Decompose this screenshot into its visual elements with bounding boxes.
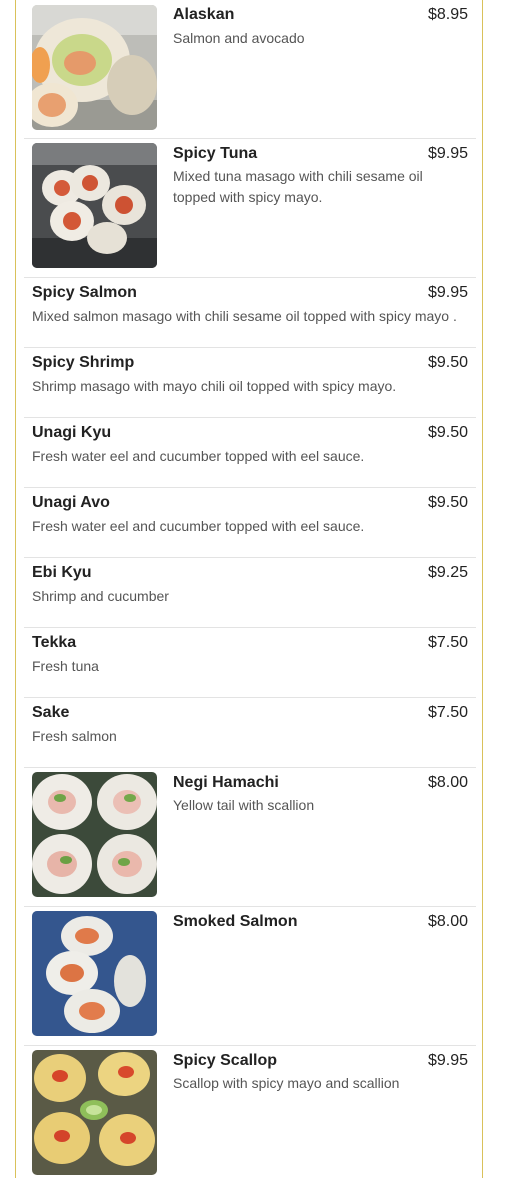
item-description: Fresh salmon <box>32 728 117 744</box>
item-name: Ebi Kyu <box>32 564 92 581</box>
menu-item-alaskan[interactable]: Alaskan $8.95 Salmon and avocado <box>24 0 476 138</box>
item-name: Spicy Scallop <box>173 1052 278 1069</box>
item-description: Yellow tail with scallion <box>173 797 315 813</box>
item-name: Alaskan <box>173 6 235 23</box>
item-description: Salmon and avocado <box>173 30 305 46</box>
item-name: Spicy Salmon <box>32 284 137 301</box>
item-description: Mixed tuna masago with chili sesame oil … <box>173 168 423 205</box>
item-price: $9.95 <box>427 1052 468 1069</box>
item-price: $7.50 <box>427 704 468 721</box>
menu-item-unagi-kyu[interactable]: Unagi Kyu $9.50 Fresh water eel and cucu… <box>24 417 476 487</box>
item-name: Spicy Shrimp <box>32 354 135 371</box>
spicy-scallop-roll-photo[interactable] <box>32 1050 157 1175</box>
item-name: Spicy Tuna <box>173 145 258 162</box>
alaskan-roll-photo[interactable] <box>32 5 157 130</box>
item-price: $8.95 <box>427 6 468 23</box>
item-description: Fresh water eel and cucumber topped with… <box>32 448 365 464</box>
menu-item-smoked-salmon[interactable]: Smoked Salmon $8.00 <box>24 906 476 1045</box>
menu-item-unagi-avo[interactable]: Unagi Avo $9.50 Fresh water eel and cucu… <box>24 487 476 557</box>
item-price: $9.25 <box>427 564 468 581</box>
menu-panel: Alaskan $8.95 Salmon and avocado Spicy T… <box>15 0 483 1178</box>
item-price: $9.50 <box>427 494 468 511</box>
smoked-salmon-roll-photo[interactable] <box>32 911 157 1036</box>
item-price: $8.00 <box>427 774 468 791</box>
menu-item-spicy-salmon[interactable]: Spicy Salmon $9.95 Mixed salmon masago w… <box>24 277 476 347</box>
item-price: $7.50 <box>427 634 468 651</box>
item-description: Shrimp and cucumber <box>32 588 169 604</box>
item-description: Mixed salmon masago with chili sesame oi… <box>32 308 457 324</box>
item-price: $9.95 <box>427 284 468 301</box>
item-description: Fresh water eel and cucumber topped with… <box>32 518 365 534</box>
item-description: Shrimp masago with mayo chili oil topped… <box>32 378 397 394</box>
negi-hamachi-roll-photo[interactable] <box>32 772 157 897</box>
item-price: $9.95 <box>427 145 468 162</box>
item-price: $8.00 <box>427 913 468 930</box>
menu-item-spicy-scallop[interactable]: Spicy Scallop $9.95 Scallop with spicy m… <box>24 1045 476 1184</box>
item-description: Fresh tuna <box>32 658 99 674</box>
item-name: Smoked Salmon <box>173 913 298 930</box>
item-name: Tekka <box>32 634 77 651</box>
item-name: Unagi Avo <box>32 494 110 511</box>
item-name: Sake <box>32 704 70 721</box>
menu-item-tekka[interactable]: Tekka $7.50 Fresh tuna <box>24 627 476 697</box>
menu-item-sake[interactable]: Sake $7.50 Fresh salmon <box>24 697 476 767</box>
item-name: Negi Hamachi <box>173 774 279 791</box>
menu-item-negi-hamachi[interactable]: Negi Hamachi $8.00 Yellow tail with scal… <box>24 767 476 906</box>
menu-item-spicy-shrimp[interactable]: Spicy Shrimp $9.50 Shrimp masago with ma… <box>24 347 476 417</box>
item-description: Scallop with spicy mayo and scallion <box>173 1075 400 1091</box>
item-price: $9.50 <box>427 424 468 441</box>
item-name: Unagi Kyu <box>32 424 112 441</box>
menu-item-ebi-kyu[interactable]: Ebi Kyu $9.25 Shrimp and cucumber <box>24 557 476 627</box>
spicy-tuna-roll-photo[interactable] <box>32 143 157 268</box>
item-price: $9.50 <box>427 354 468 371</box>
menu-item-spicy-tuna[interactable]: Spicy Tuna $9.95 Mixed tuna masago with … <box>24 138 476 277</box>
